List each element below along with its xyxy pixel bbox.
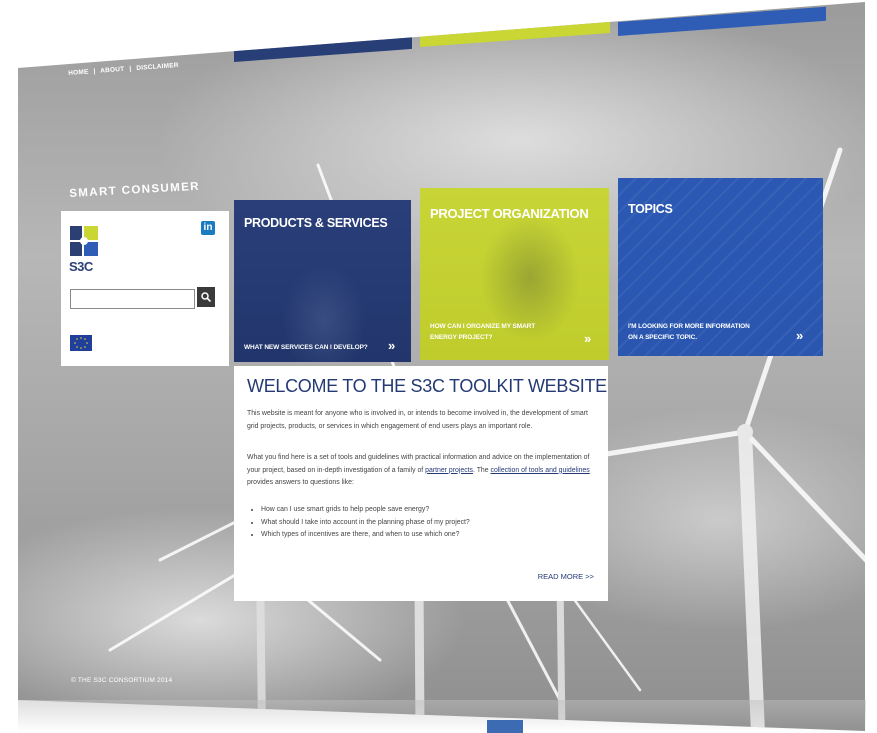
paragraph-text: provides answers to questions like: (247, 479, 354, 486)
tile-products-services[interactable]: PRODUCTS & SERVICES WHAT NEW SERVICES CA… (234, 200, 411, 362)
paragraph-text: . The (473, 466, 491, 474)
partner-projects-link[interactable]: partner projects (425, 467, 473, 474)
footer-copyright: © THE S3C CONSORTIUM 2014 (71, 677, 173, 684)
tile-question: WHAT NEW SERVICES CAN I DEVELOP? (244, 344, 368, 351)
logo-panel: in S3C (61, 211, 229, 366)
tile-question: I'M LOOKING FOR MORE INFORMATION ON A SP… (628, 321, 750, 343)
nav-separator: | (129, 65, 132, 73)
monitor-stand (487, 720, 523, 733)
linkedin-icon[interactable]: in (201, 221, 215, 235)
s3c-logo-text: S3C (69, 259, 93, 274)
welcome-tools-paragraph: What you find here is a set of tools and… (247, 452, 599, 490)
nav-home-link[interactable]: HOME (68, 69, 89, 77)
tile-question-line: ON A SPECIFIC TOPIC. (628, 334, 697, 341)
tools-guidelines-link[interactable]: collection of tools and guidelines (491, 467, 590, 474)
monitor-display: HOME | ABOUT | DISCLAIMER SMART CONSUMER… (18, 2, 865, 731)
chevron-right-icon[interactable]: » (584, 331, 591, 346)
welcome-intro-paragraph: This website is meant for anyone who is … (247, 410, 588, 430)
questions-list: How can I use smart grids to help people… (247, 504, 470, 542)
welcome-heading: WELCOME TO THE S3C TOOLKIT WEBSITE (247, 376, 607, 396)
tile-title: TOPICS (628, 202, 673, 216)
read-more-link[interactable]: READ MORE >> (538, 572, 594, 581)
tile-topics[interactable]: TOPICS I'M LOOKING FOR MORE INFORMATION … (618, 178, 823, 356)
screen-reflection (18, 700, 866, 733)
screen: HOME | ABOUT | DISCLAIMER SMART CONSUMER… (0, 0, 877, 733)
search-icon (201, 292, 211, 302)
list-item: What should I take into account in the p… (261, 517, 470, 530)
eu-flag-icon (70, 335, 92, 351)
search-button[interactable] (197, 287, 215, 307)
nav-separator: | (93, 67, 96, 76)
chevron-right-icon[interactable]: » (388, 338, 395, 353)
chevron-right-icon[interactable]: » (796, 328, 803, 343)
tile-question-line: I'M LOOKING FOR MORE INFORMATION (628, 323, 750, 330)
welcome-panel: WELCOME TO THE S3C TOOLKIT WEBSITE This … (234, 366, 608, 601)
tile-question: HOW CAN I ORGANIZE MY SMART ENERGY PROJE… (430, 321, 535, 343)
tile-question-line: HOW CAN I ORGANIZE MY SMART (430, 323, 536, 330)
tile-project-organization[interactable]: PROJECT ORGANIZATION HOW CAN I ORGANIZE … (420, 188, 609, 360)
s3c-logo-icon[interactable] (70, 226, 100, 258)
list-item: How can I use smart grids to help people… (261, 504, 470, 517)
list-item: Which types of incentives are there, and… (261, 529, 470, 542)
tile-title: PRODUCTS & SERVICES (244, 216, 388, 230)
tile-title: PROJECT ORGANIZATION (430, 206, 589, 221)
tile-question-line: ENERGY PROJECT? (430, 334, 493, 341)
search-input[interactable] (70, 289, 195, 309)
